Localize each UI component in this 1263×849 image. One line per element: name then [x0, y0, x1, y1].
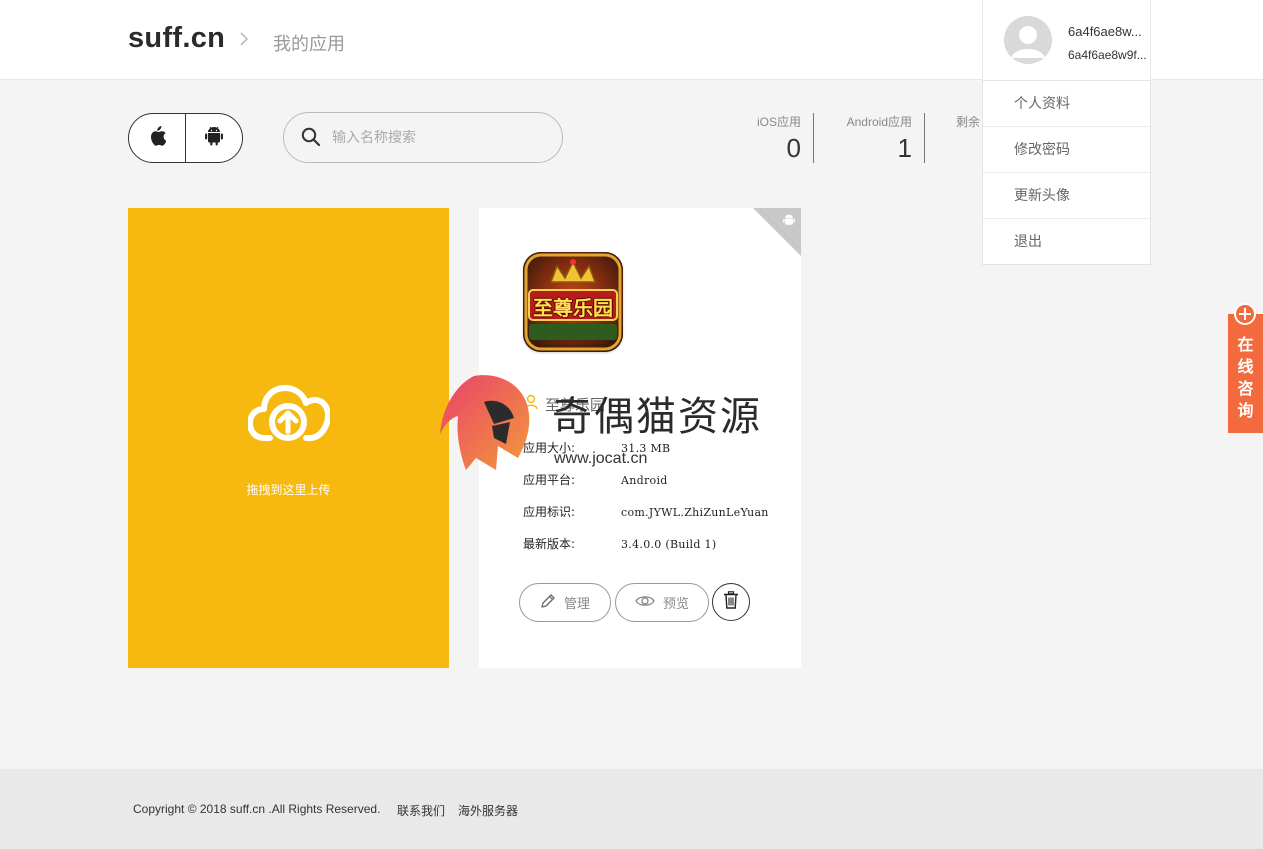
manage-button[interactable]: 管理 [519, 583, 611, 622]
online-consult-text: 在线咨询 [1228, 334, 1263, 422]
menu-item-profile[interactable]: 个人资料 [983, 80, 1150, 126]
stat-ios-label: iOS应用 [756, 115, 801, 129]
info-bundle-id: 应用标识: com.JYWL.ZhiZunLeYuan [523, 503, 769, 520]
android-icon [783, 214, 795, 232]
user-name: 6a4f6ae8w... [1068, 24, 1142, 39]
stat-ios: iOS应用 0 [740, 113, 801, 163]
info-platform: 应用平台: Android [523, 471, 668, 488]
info-size-key: 应用大小: [523, 441, 576, 455]
footer-link-overseas-server[interactable]: 海外服务器 [458, 802, 518, 819]
stat-remaining: 剩余 [940, 113, 981, 163]
stat-divider [924, 113, 925, 163]
online-consult-char: 线 [1237, 357, 1254, 376]
info-platform-value: Android [621, 474, 668, 487]
info-size: 应用大小: 31.3 MB [523, 439, 670, 456]
menu-item-change-password[interactable]: 修改密码 [983, 126, 1150, 172]
breadcrumb-current: 我的应用 [273, 34, 345, 55]
info-version: 最新版本: 3.4.0.0 (Build 1) [523, 535, 716, 552]
eye-icon [635, 594, 655, 612]
upload-label: 拖拽到这里上传 [246, 483, 331, 497]
online-consult-char: 在 [1237, 335, 1254, 354]
stat-ios-value: 0 [786, 133, 801, 163]
stat-divider [813, 113, 814, 163]
delete-button[interactable] [712, 583, 750, 621]
info-version-key: 最新版本: [523, 537, 576, 551]
stat-android-value: 1 [897, 133, 912, 163]
info-version-value: 3.4.0.0 (Build 1) [621, 538, 717, 551]
app-icon[interactable]: 至尊乐园 [523, 252, 623, 352]
online-consult-char: 询 [1237, 401, 1254, 420]
info-size-value: 31.3 MB [621, 442, 671, 455]
platform-filter [128, 113, 243, 163]
search-input[interactable] [332, 125, 547, 151]
user-menu-trigger[interactable]: 6a4f6ae8w... 6a4f6ae8w9f... [982, 0, 1151, 80]
online-consult-label: 在线咨询 [1228, 334, 1263, 422]
stat-android-label: Android应用 [846, 115, 912, 129]
preview-button[interactable]: 预览 [615, 583, 709, 622]
user-id: 6a4f6ae8w9f... [1068, 48, 1147, 62]
manage-button-label: 管理 [563, 597, 590, 612]
trash-icon [723, 590, 739, 614]
filter-ios-button[interactable] [129, 114, 185, 162]
stat-remaining-label: 剩余 [956, 115, 981, 129]
footer: Copyright © 2018 suff.cn .All Rights Res… [0, 769, 1263, 849]
android-icon [205, 126, 223, 151]
chevron-right-icon [238, 29, 250, 49]
preview-button-label: 预览 [662, 597, 689, 612]
pencil-icon [540, 593, 556, 613]
filter-android-button[interactable] [185, 114, 242, 162]
avatar[interactable] [1004, 16, 1052, 64]
apple-icon [148, 125, 167, 151]
search-box [283, 112, 563, 163]
footer-link-contact[interactable]: 联系我们 [397, 802, 445, 819]
menu-item-update-avatar[interactable]: 更新头像 [983, 172, 1150, 218]
online-consult-char: 咨 [1237, 379, 1254, 398]
app-icon-text: 至尊乐园 [533, 296, 613, 320]
upload-dropzone[interactable]: 拖拽到这里上传 [128, 208, 449, 668]
cloud-upload-icon [247, 380, 331, 447]
stat-android: Android应用 1 [830, 113, 912, 163]
copyright-text: Copyright © 2018 suff.cn .All Rights Res… [133, 802, 381, 816]
info-platform-key: 应用平台: [523, 473, 576, 487]
search-icon[interactable] [301, 127, 321, 152]
app-card[interactable]: 至尊乐园 至尊乐园 应用大小: 31.3 MB 应用平台: Android 应用标识… [479, 208, 801, 668]
online-consult-button[interactable]: 在线咨询 [1228, 303, 1263, 433]
plus-icon [1234, 303, 1256, 325]
user-dropdown: 个人资料 修改密码 更新头像 退出 [982, 80, 1151, 265]
menu-item-logout[interactable]: 退出 [983, 218, 1150, 264]
app-name-row: 至尊乐园 [523, 394, 605, 415]
info-bundle-id-value: com.JYWL.ZhiZunLeYuan [621, 506, 769, 519]
info-bundle-id-key: 应用标识: [523, 505, 576, 519]
site-logo[interactable]: suff.cn [128, 22, 225, 55]
app-name[interactable]: 至尊乐园 [545, 394, 605, 415]
user-icon [523, 394, 539, 415]
